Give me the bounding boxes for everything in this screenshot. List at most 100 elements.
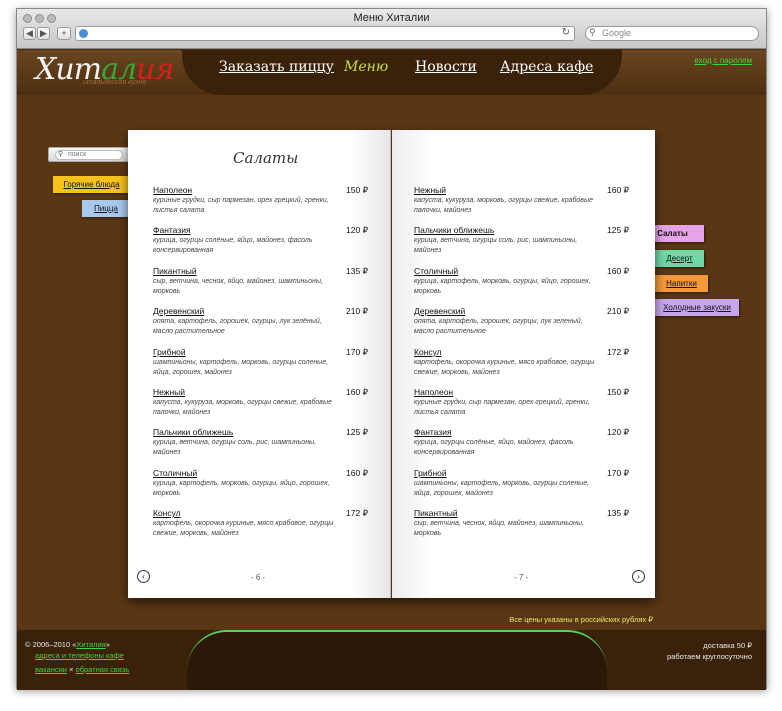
nav-menu[interactable]: Меню <box>344 59 388 75</box>
nav-order-pizza[interactable]: Заказать пиццу <box>219 59 334 75</box>
menu-item-description: сыр, ветчина, чеснок, яйцо, майонез, шам… <box>414 520 584 538</box>
tab-cold-snacks[interactable]: Холодные закуски <box>655 299 739 316</box>
menu-item-name[interactable]: Пикантный <box>414 508 458 518</box>
page-title: Салаты <box>233 149 299 167</box>
menu-item-price: 210 ₽ <box>346 306 368 317</box>
back-arrow-icon[interactable]: ◀ <box>23 27 36 40</box>
footer-info: доставка 50 ₽ работаем круглосуточно <box>667 640 752 662</box>
window-title: Меню Хиталии <box>353 12 430 24</box>
site-tagline: итальянская кухня <box>83 79 146 86</box>
menu-item-name[interactable]: Консул <box>153 508 181 518</box>
tab-drinks[interactable]: Напитки <box>655 275 708 292</box>
menu-item-description: картофель, окорочка куриные, мясо крабов… <box>414 358 595 376</box>
menu-item-name[interactable]: Наполеон <box>153 185 192 195</box>
menu-item-description: курица, картофель, морковь, огурцы, яйцо… <box>153 479 330 497</box>
menu-item-description: опята, картофель, горошек, огурцы, лук з… <box>153 318 322 336</box>
menu-item-name[interactable]: Нежный <box>153 387 185 397</box>
menu-item-description: курица, ветчина, огурцы соль, рис, шампи… <box>153 439 317 457</box>
menu-item-price: 210 ₽ <box>607 306 629 317</box>
working-hours: работаем круглосуточно <box>667 652 752 661</box>
left-page: Салаты ‹ - 6 - Наполеон 150 ₽ куриные груд… <box>128 130 391 598</box>
reload-icon[interactable]: ↻ <box>562 27 570 38</box>
menu-item-price: 172 ₽ <box>346 508 368 519</box>
browser-window: Меню Хиталии ◀ ▶ + ↻ Google ⚲ Хиталия ит… <box>16 8 767 690</box>
nav-news[interactable]: Новости <box>415 59 477 75</box>
search-icon: ⚲ <box>589 27 596 37</box>
footer-brand-link[interactable]: Хиталия <box>76 640 105 649</box>
menu-item-name[interactable]: Деревенский <box>153 306 204 316</box>
prev-page-arrow-icon[interactable]: ‹ <box>137 570 150 583</box>
right-page-number: - 7 - <box>514 573 529 582</box>
forward-arrow-icon[interactable]: ▶ <box>37 27 50 40</box>
footer-vacancies-link[interactable]: вакансии <box>35 665 67 674</box>
menu-item-name[interactable]: Консул <box>414 347 442 357</box>
menu-item-price: 125 ₽ <box>607 225 629 236</box>
menu-item-name[interactable]: Наполеон <box>414 387 453 397</box>
menu-item-description: куриные грудки, сыр пармезан, орех грецк… <box>414 399 590 416</box>
nav-cafe-addresses[interactable]: Адреса кафе <box>500 59 593 75</box>
tab-dessert[interactable]: Десерт <box>655 250 704 267</box>
menu-item-name[interactable]: Столичный <box>153 468 197 478</box>
globe-icon <box>79 29 88 38</box>
menu-item-price: 170 ₽ <box>607 467 629 478</box>
footer-addresses-link[interactable]: адреса и телефоны кафе <box>35 651 124 660</box>
menu-item-name[interactable]: Пальчики оближешь <box>414 225 494 235</box>
menu-item-price: 160 ₽ <box>346 387 368 397</box>
site-search: ⚲ поиск <box>48 147 130 162</box>
add-bookmark-button[interactable]: + <box>57 27 71 40</box>
right-page: - 7 - › Нежный 160 ₽ капуста, кукуруза, мо… <box>392 130 655 598</box>
menu-item-name[interactable]: Пальчики оближешь <box>153 427 233 437</box>
menu-item-price: 160 ₽ <box>607 265 629 276</box>
menu-item-description: шампиньоны, картофель, морковь, огурцы с… <box>153 358 329 376</box>
footer-links: © 2006–2010 «Хиталия» адреса и телефоны … <box>25 640 130 674</box>
menu-item-price: 125 ₽ <box>346 427 368 438</box>
menu-item-description: курица, ветчина, огурцы соль, рис, шампи… <box>414 237 578 255</box>
menu-item-description: курица, картофель, морковь, огурцы, яйцо… <box>414 277 591 295</box>
menu-item-name[interactable]: Столичный <box>414 266 458 276</box>
menu-item-price: 150 ₽ <box>346 185 368 195</box>
title-bar: Меню Хиталии ◀ ▶ + ↻ Google ⚲ <box>17 9 766 49</box>
tab-pizza[interactable]: Пицца <box>82 200 130 217</box>
browser-search-input[interactable]: Google <box>585 26 759 41</box>
menu-item-name[interactable]: Грибной <box>414 468 447 478</box>
site-search-input[interactable]: ⚲ поиск <box>55 150 123 160</box>
menu-item-description: картофель, окорочка куриные, мясо крабов… <box>153 520 334 538</box>
menu-item-price: 160 ₽ <box>607 185 629 195</box>
next-page-arrow-icon[interactable]: › <box>632 570 645 583</box>
menu-item-name[interactable]: Пикантный <box>153 266 197 276</box>
menu-item-description: курица, огурцы солёные, яйцо, майонез, ф… <box>153 237 313 255</box>
menu-item-price: 120 ₽ <box>346 225 368 236</box>
login-link[interactable]: вход с паролем <box>694 56 752 65</box>
menu-item-name[interactable]: Фантазия <box>414 427 452 437</box>
menu-item-price: 135 ₽ <box>607 508 629 519</box>
delivery-price: доставка 50 ₽ <box>703 641 752 650</box>
tab-hot-dishes[interactable]: Горячие блюда <box>53 176 130 193</box>
site-footer: © 2006–2010 «Хиталия» адреса и телефоны … <box>17 630 766 690</box>
footer-curve <box>187 630 607 690</box>
menu-item-name[interactable]: Фантазия <box>153 225 191 235</box>
menu-item-price: 160 ₽ <box>346 467 368 478</box>
menu-item-price: 135 ₽ <box>346 265 368 276</box>
menu-item-price: 120 ₽ <box>607 427 629 438</box>
address-bar[interactable]: ↻ <box>75 26 575 41</box>
menu-item-description: капуста, кукуруза, морковь, огурцы свежи… <box>153 399 333 416</box>
menu-item-description: капуста, кукуруза, морковь, огурцы свежи… <box>414 197 594 214</box>
menu-item-description: опята, картофель, горошек, огурцы, лук з… <box>414 318 583 336</box>
site-header: Хиталия итальянская кухня Заказать пиццу… <box>17 50 766 95</box>
menu-item-name[interactable]: Грибной <box>153 347 186 357</box>
search-icon: ⚲ <box>58 151 64 158</box>
footer-feedback-link[interactable]: обратная связь <box>76 665 130 674</box>
menu-item-price: 172 ₽ <box>607 346 629 357</box>
menu-item-price: 150 ₽ <box>607 387 629 397</box>
price-currency-note: Все цены указаны в российских рублях ₽ <box>509 615 653 624</box>
menu-item-description: сыр, ветчина, чеснок, яйцо, майонез, шам… <box>153 277 323 295</box>
menu-item-description: курица, огурцы солёные, яйцо, майонез, ф… <box>414 439 574 457</box>
menu-book: Салаты ‹ - 6 - Наполеон 150 ₽ куриные груд… <box>128 130 655 598</box>
web-page: Хиталия итальянская кухня Заказать пиццу… <box>17 50 766 690</box>
menu-item-description: шампиньоны, картофель, морковь, огурцы с… <box>414 479 590 497</box>
menu-item-price: 170 ₽ <box>346 346 368 357</box>
menu-item-name[interactable]: Деревенский <box>414 306 465 316</box>
menu-item-name[interactable]: Нежный <box>414 185 446 195</box>
menu-item-description: куриные грудки, сыр пармезан, орех грецк… <box>153 197 329 214</box>
left-page-number: - 6 - <box>251 573 266 582</box>
